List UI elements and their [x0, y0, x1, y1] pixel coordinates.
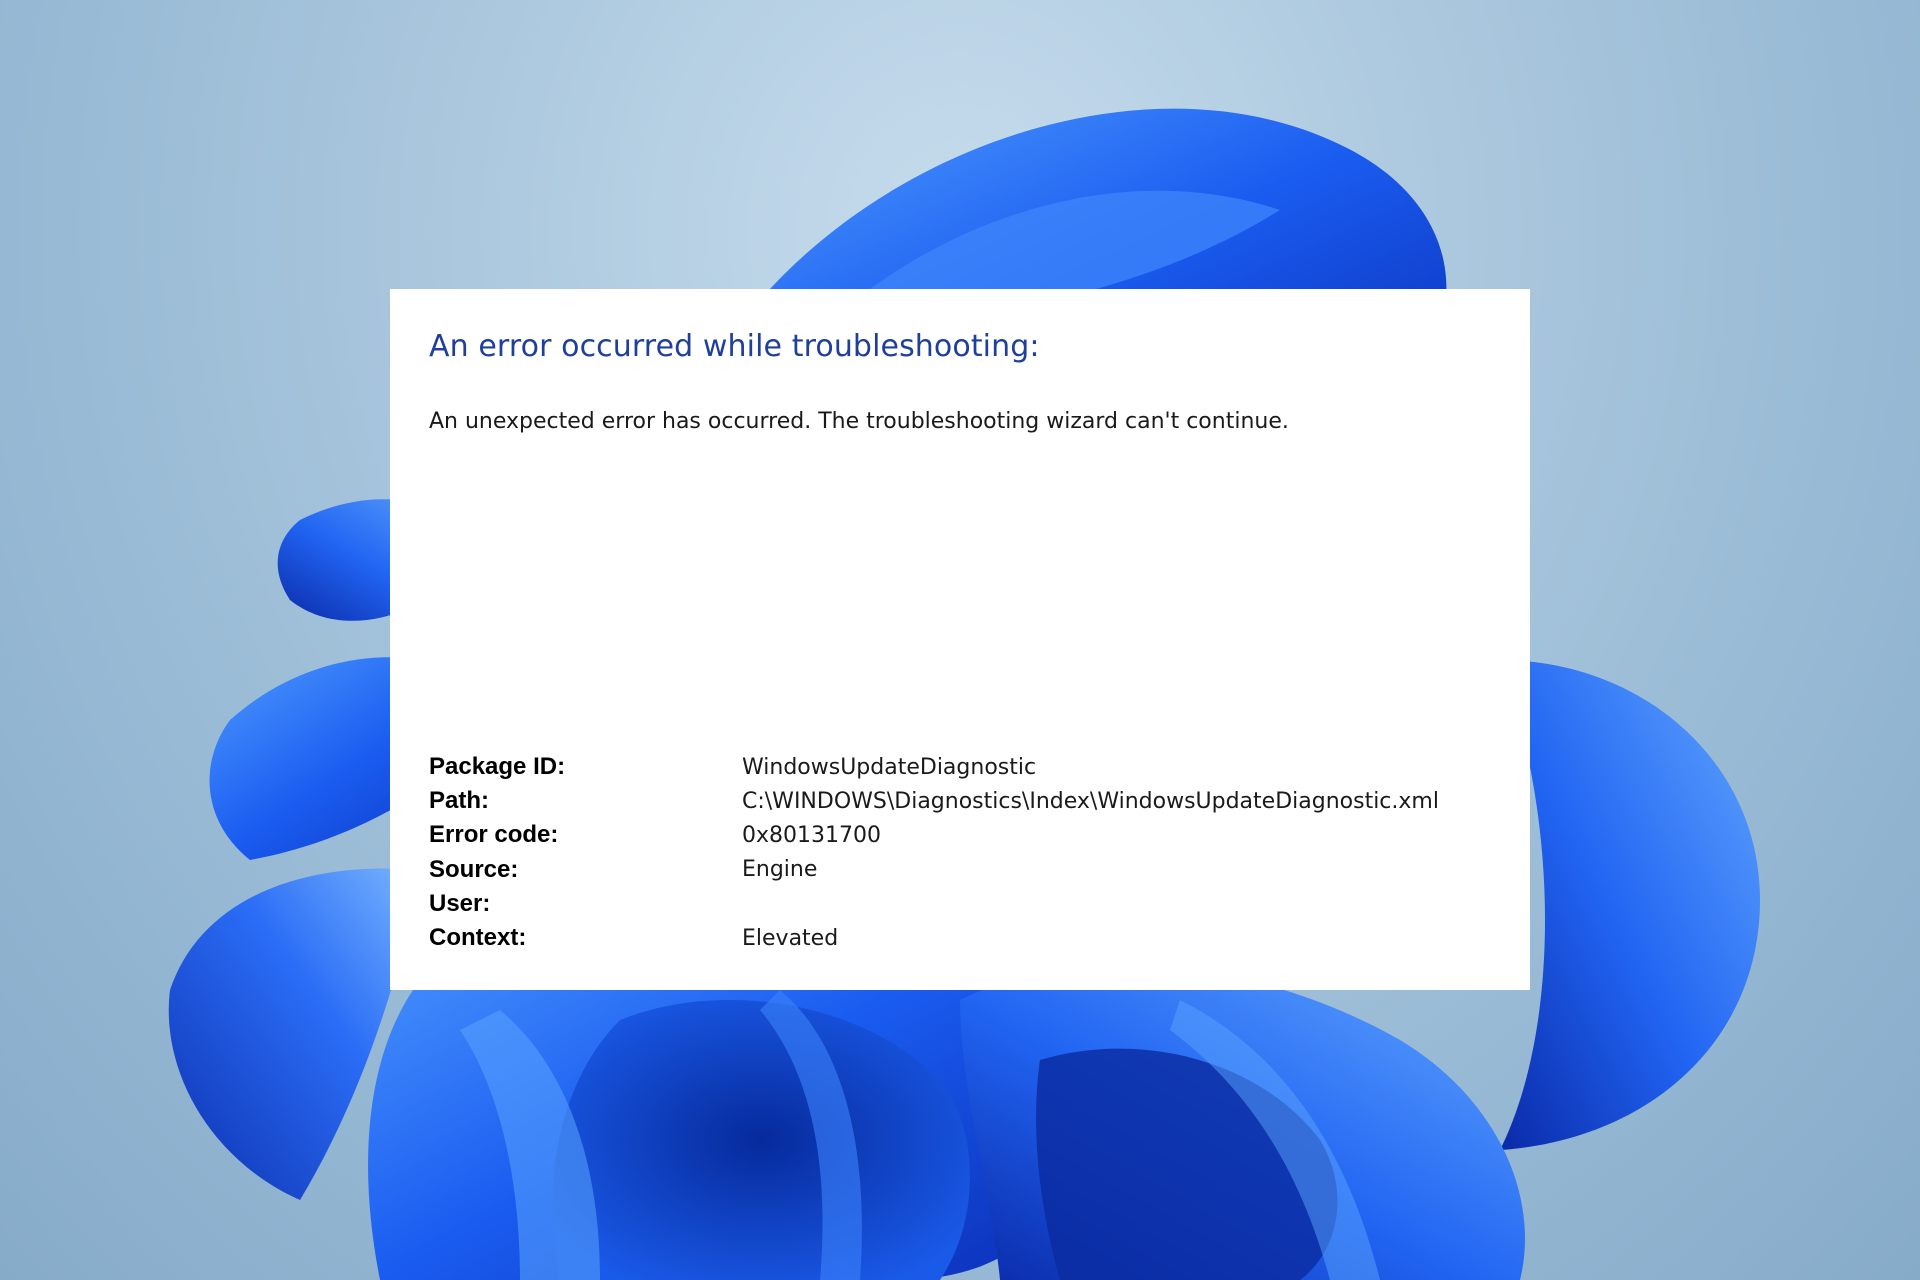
detail-row-package-id: Package ID: WindowsUpdateDiagnostic	[429, 750, 1509, 784]
detail-row-source: Source: Engine	[429, 853, 1509, 887]
detail-label: Source:	[429, 855, 519, 883]
detail-value: Engine	[742, 857, 818, 883]
detail-row-error-code: Error code: 0x80131700	[429, 818, 1509, 852]
detail-label: User:	[429, 889, 491, 917]
detail-row-path: Path: C:\WINDOWS\Diagnostics\Index\Windo…	[429, 784, 1509, 818]
detail-row-context: Context: Elevated	[429, 921, 1509, 955]
detail-row-user: User:	[429, 887, 1509, 921]
detail-value: WindowsUpdateDiagnostic	[742, 754, 1037, 780]
dialog-title: An error occurred while troubleshooting:	[429, 329, 1040, 364]
detail-label: Context:	[429, 924, 527, 952]
detail-label: Error code:	[429, 821, 559, 849]
detail-value: 0x80131700	[742, 822, 881, 848]
error-message: An unexpected error has occurred. The tr…	[429, 409, 1289, 434]
troubleshooting-error-dialog: An error occurred while troubleshooting:…	[390, 289, 1530, 990]
detail-label: Path:	[429, 787, 489, 815]
error-details: Package ID: WindowsUpdateDiagnostic Path…	[429, 750, 1509, 955]
detail-value: Elevated	[742, 925, 839, 951]
detail-value: C:\WINDOWS\Diagnostics\Index\WindowsUpda…	[742, 788, 1439, 814]
detail-label: Package ID:	[429, 753, 566, 781]
